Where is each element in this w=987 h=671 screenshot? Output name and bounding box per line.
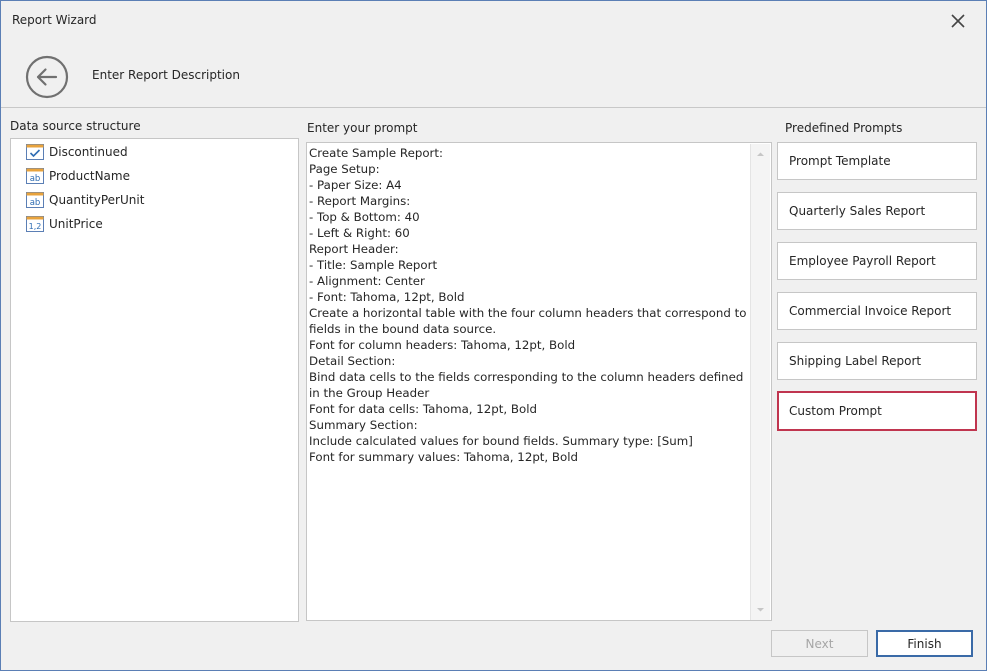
data-source-label: Data source structure (10, 119, 141, 133)
text-field-icon: ab (25, 190, 45, 210)
close-icon (951, 14, 965, 28)
shipping-label-report-button[interactable]: Shipping Label Report (777, 342, 977, 380)
prompt-template-button[interactable]: Prompt Template (777, 142, 977, 180)
svg-text:ab: ab (30, 174, 41, 184)
finish-button[interactable]: Finish (876, 630, 973, 657)
tree-item-label: Discontinued (49, 145, 128, 159)
boolean-field-icon (25, 142, 45, 162)
tree-item-unitprice[interactable]: 1,2 UnitPrice (25, 214, 103, 234)
data-source-tree[interactable]: Discontinued ab ProductName ab QuantityP (10, 138, 299, 622)
tree-item-quantityperunit[interactable]: ab QuantityPerUnit (25, 190, 144, 210)
tree-item-label: UnitPrice (49, 217, 103, 231)
scroll-down-button[interactable] (751, 602, 770, 618)
tree-item-discontinued[interactable]: Discontinued (25, 142, 128, 162)
next-button[interactable]: Next (771, 630, 868, 657)
numeric-field-icon: 1,2 (25, 214, 45, 234)
prompt-scrollbar[interactable] (750, 144, 770, 620)
commercial-invoice-report-button[interactable]: Commercial Invoice Report (777, 292, 977, 330)
back-arrow-icon (25, 55, 69, 99)
header-divider (1, 107, 986, 108)
prompt-editor[interactable]: Create Sample Report: Page Setup: - Pape… (306, 142, 772, 621)
step-title: Enter Report Description (92, 68, 240, 82)
quarterly-sales-report-button[interactable]: Quarterly Sales Report (777, 192, 977, 230)
scroll-up-icon (757, 152, 764, 156)
scroll-down-icon (757, 608, 764, 612)
employee-payroll-report-button[interactable]: Employee Payroll Report (777, 242, 977, 280)
svg-text:ab: ab (30, 198, 41, 208)
tree-item-label: ProductName (49, 169, 130, 183)
tree-item-productname[interactable]: ab ProductName (25, 166, 130, 186)
report-wizard-window: Report Wizard Enter Report Description D… (0, 0, 987, 671)
back-button[interactable] (25, 55, 69, 99)
scroll-up-button[interactable] (751, 146, 770, 162)
close-button[interactable] (945, 8, 971, 34)
tree-item-label: QuantityPerUnit (49, 193, 145, 207)
custom-prompt-button[interactable]: Custom Prompt (777, 391, 977, 431)
predefined-prompts-label: Predefined Prompts (785, 121, 903, 135)
window-title: Report Wizard (12, 13, 97, 27)
prompt-textarea[interactable]: Create Sample Report: Page Setup: - Pape… (308, 144, 751, 620)
text-field-icon: ab (25, 166, 45, 186)
prompt-label: Enter your prompt (307, 121, 418, 135)
svg-text:1,2: 1,2 (29, 222, 42, 231)
